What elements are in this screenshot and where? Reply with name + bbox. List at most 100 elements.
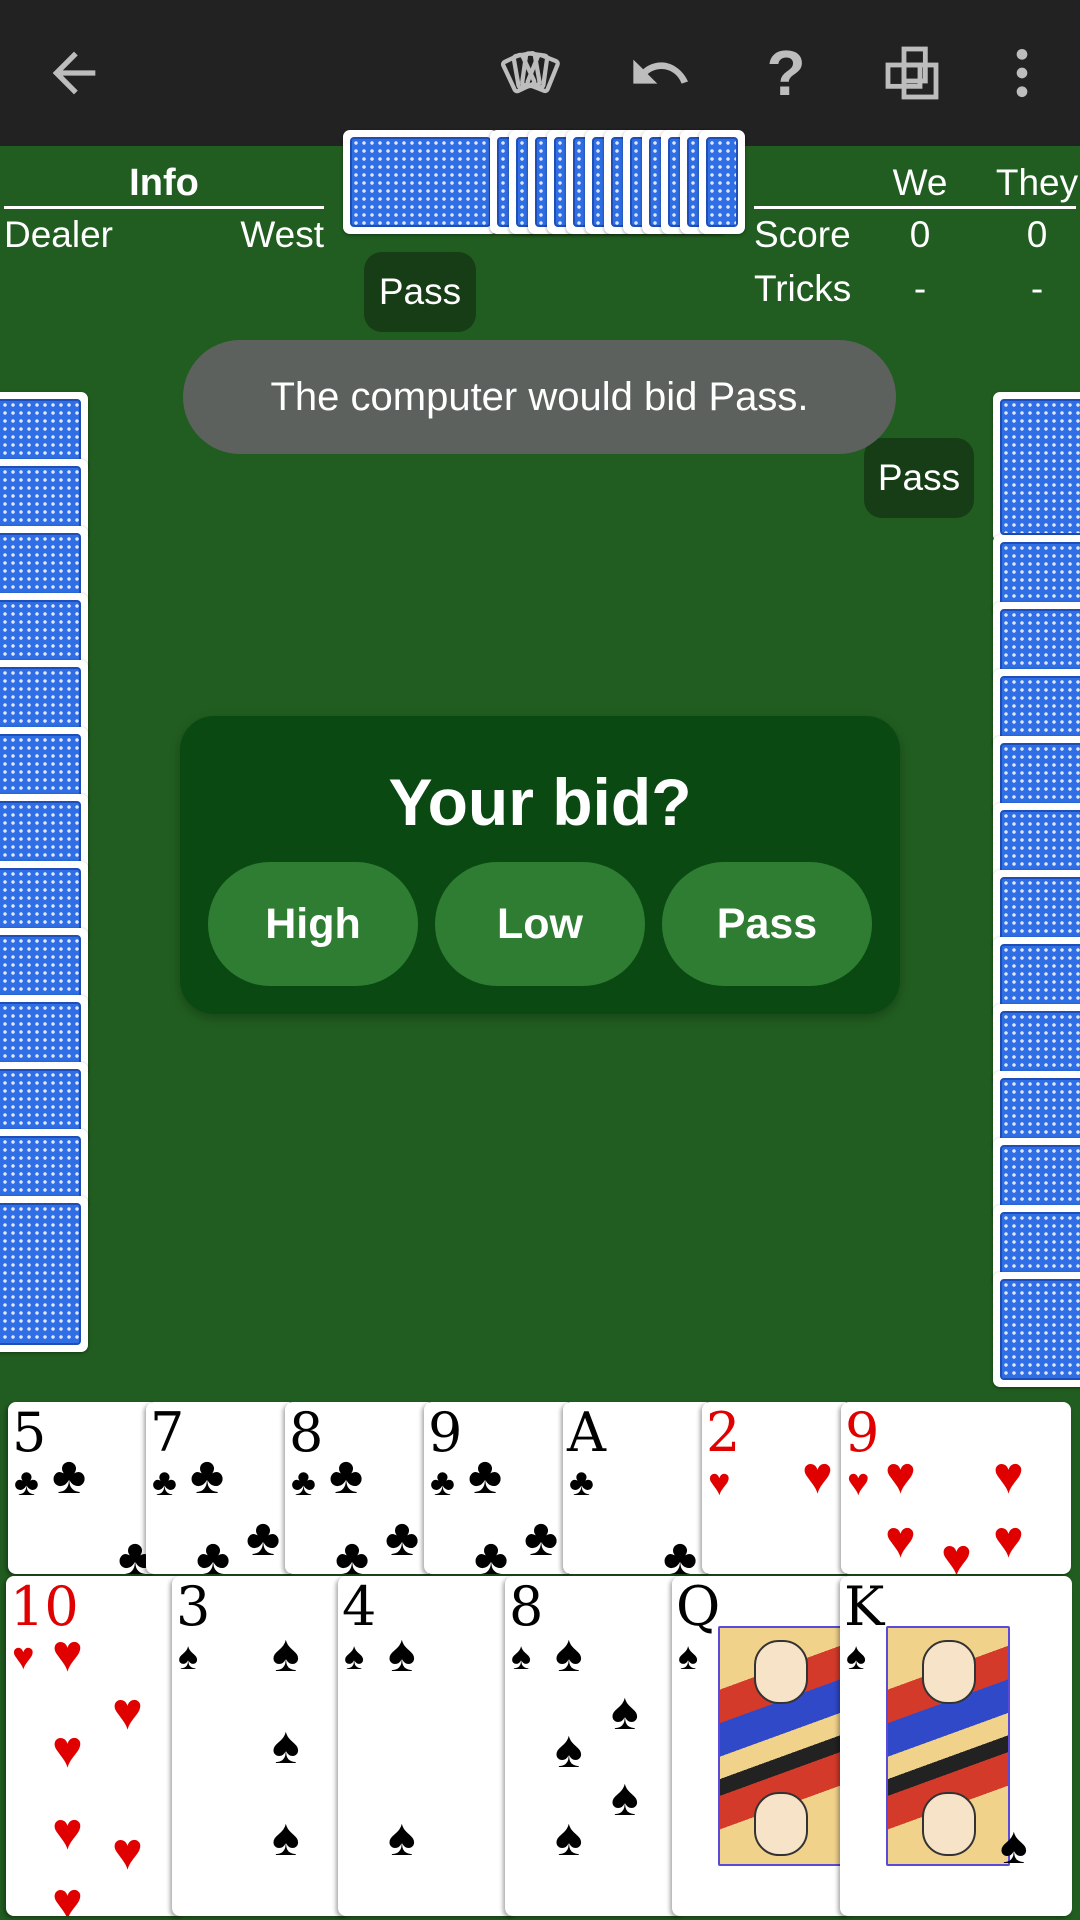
tricks-we: - (913, 268, 927, 309)
we-header: We (892, 162, 948, 203)
high-button[interactable]: High (208, 862, 418, 986)
score-they: 0 (1026, 214, 1048, 255)
low-button[interactable]: Low (435, 862, 645, 986)
score-we: 0 (909, 214, 931, 255)
suit-pip-icon: ♣ (246, 1509, 281, 1567)
score-header: We They (754, 160, 1078, 209)
card-suit-icon: ♥ (708, 1462, 731, 1504)
card-suit-icon: ♥ (847, 1462, 870, 1504)
face-card-art (718, 1626, 842, 1866)
suit-pip-icon: ♠ (1000, 1817, 1028, 1875)
card-suit-icon: ♣ (430, 1462, 455, 1504)
cards-fan-icon[interactable] (492, 33, 572, 113)
card-rank: 3 (176, 1576, 211, 1638)
playing-card[interactable]: 9 ♣ ♣ ♣ ♣ (424, 1402, 574, 1574)
help-icon[interactable]: ? (746, 33, 826, 113)
card-rank: 8 (509, 1576, 544, 1638)
playing-card[interactable]: 10 ♥ ♥ ♥ ♥ ♥ ♥ ♥ (6, 1576, 186, 1916)
suit-pip-icon: ♥ (885, 1447, 916, 1505)
suit-pip-icon: ♠ (272, 1717, 300, 1775)
card-rank: 4 (342, 1576, 377, 1638)
suit-pip-icon: ♠ (272, 1625, 300, 1683)
suit-pip-icon: ♠ (388, 1809, 416, 1867)
more-vertical-icon[interactable] (982, 33, 1062, 113)
card-suit-icon: ♠ (846, 1636, 867, 1678)
card-rank: A (567, 1402, 606, 1464)
suit-pip-icon: ♣ (663, 1529, 698, 1574)
score-row: Score 0 0 (754, 214, 1080, 264)
suit-pip-icon: ♣ (385, 1509, 420, 1567)
card-back (0, 1196, 88, 1352)
card-suit-icon: ♠ (511, 1636, 532, 1678)
card-back (993, 392, 1080, 542)
help-glyph: ? (766, 37, 806, 109)
suit-pip-icon: ♥ (941, 1529, 972, 1574)
card-suit-icon: ♣ (14, 1462, 39, 1504)
card-rank: 7 (150, 1402, 185, 1464)
north-bid-badge: Pass (364, 252, 476, 332)
info-title: Info (4, 160, 324, 209)
card-rank: 2 (706, 1402, 741, 1464)
suit-pip-icon: ♥ (52, 1625, 83, 1683)
suit-pip-icon: ♠ (272, 1809, 300, 1867)
suit-pip-icon: ♥ (52, 1721, 83, 1779)
suit-pip-icon: ♣ (329, 1447, 364, 1505)
card-suit-icon: ♣ (152, 1462, 177, 1504)
score-label: Score (754, 214, 851, 255)
suit-pip-icon: ♥ (885, 1511, 916, 1569)
playing-card[interactable]: 8 ♣ ♣ ♣ ♣ (285, 1402, 435, 1574)
suit-pip-icon: ♥ (993, 1511, 1024, 1569)
undo-icon[interactable] (620, 33, 700, 113)
card-suit-icon: ♥ (12, 1636, 35, 1678)
playing-card[interactable]: 7 ♣ ♣ ♣ ♣ (146, 1402, 296, 1574)
playing-card[interactable]: 3 ♠ ♠ ♠ ♠ (172, 1576, 352, 1916)
overlapping-squares-icon[interactable] (872, 33, 952, 113)
toolbar: ? (0, 0, 1080, 146)
card-rank: 5 (12, 1402, 47, 1464)
card-rank: 9 (845, 1402, 880, 1464)
card-rank: Q (676, 1576, 721, 1638)
suit-pip-icon: ♣ (52, 1447, 87, 1505)
tricks-label: Tricks (754, 268, 852, 309)
card-rank: 9 (428, 1402, 463, 1464)
suit-pip-icon: ♣ (474, 1529, 509, 1574)
arrow-left-icon[interactable] (34, 33, 114, 113)
suit-pip-icon: ♠ (611, 1769, 639, 1827)
playing-card[interactable]: 9 ♥ ♥ ♥ ♥ ♥ ♥ (841, 1402, 1071, 1574)
card-suit-icon: ♠ (344, 1636, 365, 1678)
dealer-label: Dealer (4, 214, 113, 255)
tricks-they: - (1030, 268, 1044, 309)
suit-pip-icon: ♣ (468, 1447, 503, 1505)
pass-button[interactable]: Pass (662, 862, 872, 986)
suit-pip-icon: ♥ (802, 1447, 833, 1505)
suit-pip-icon: ♠ (555, 1809, 583, 1867)
suit-pip-icon: ♣ (196, 1529, 231, 1574)
playing-card[interactable]: 2 ♥ ♥ (702, 1402, 852, 1574)
suit-pip-icon: ♠ (555, 1721, 583, 1779)
playing-card[interactable]: 4 ♠ ♠ ♠ (338, 1576, 518, 1916)
suit-pip-icon: ♠ (555, 1625, 583, 1683)
suit-pip-icon: ♥ (52, 1873, 83, 1916)
bid-dialog: Your bid? High Low Pass (180, 716, 900, 1014)
playing-card[interactable]: A ♣ ♣ (563, 1402, 713, 1574)
suit-pip-icon: ♠ (388, 1625, 416, 1683)
playing-card[interactable]: Q ♠ (672, 1576, 852, 1916)
suit-pip-icon: ♥ (993, 1447, 1024, 1505)
suit-pip-icon: ♣ (335, 1529, 370, 1574)
card-suit-icon: ♠ (678, 1636, 699, 1678)
dealer-row: Dealer West (4, 214, 324, 264)
suit-pip-icon: ♥ (52, 1803, 83, 1861)
playing-card[interactable]: 8 ♠ ♠ ♠ ♠ ♠ ♠ (505, 1576, 685, 1916)
playing-card[interactable]: K ♠ ♠ (840, 1576, 1072, 1916)
card-suit-icon: ♠ (178, 1636, 199, 1678)
suit-pip-icon: ♣ (190, 1447, 225, 1505)
east-bid-badge: Pass (864, 438, 974, 518)
card-back (343, 130, 498, 234)
suit-pip-icon: ♥ (112, 1823, 143, 1881)
playing-card[interactable]: 5 ♣ ♣ ♣ (8, 1402, 158, 1574)
card-suit-icon: ♣ (569, 1462, 594, 1504)
tricks-row: Tricks - - (754, 268, 1080, 318)
suit-pip-icon: ♠ (611, 1683, 639, 1741)
card-suit-icon: ♣ (291, 1462, 316, 1504)
suit-pip-icon: ♥ (112, 1683, 143, 1741)
